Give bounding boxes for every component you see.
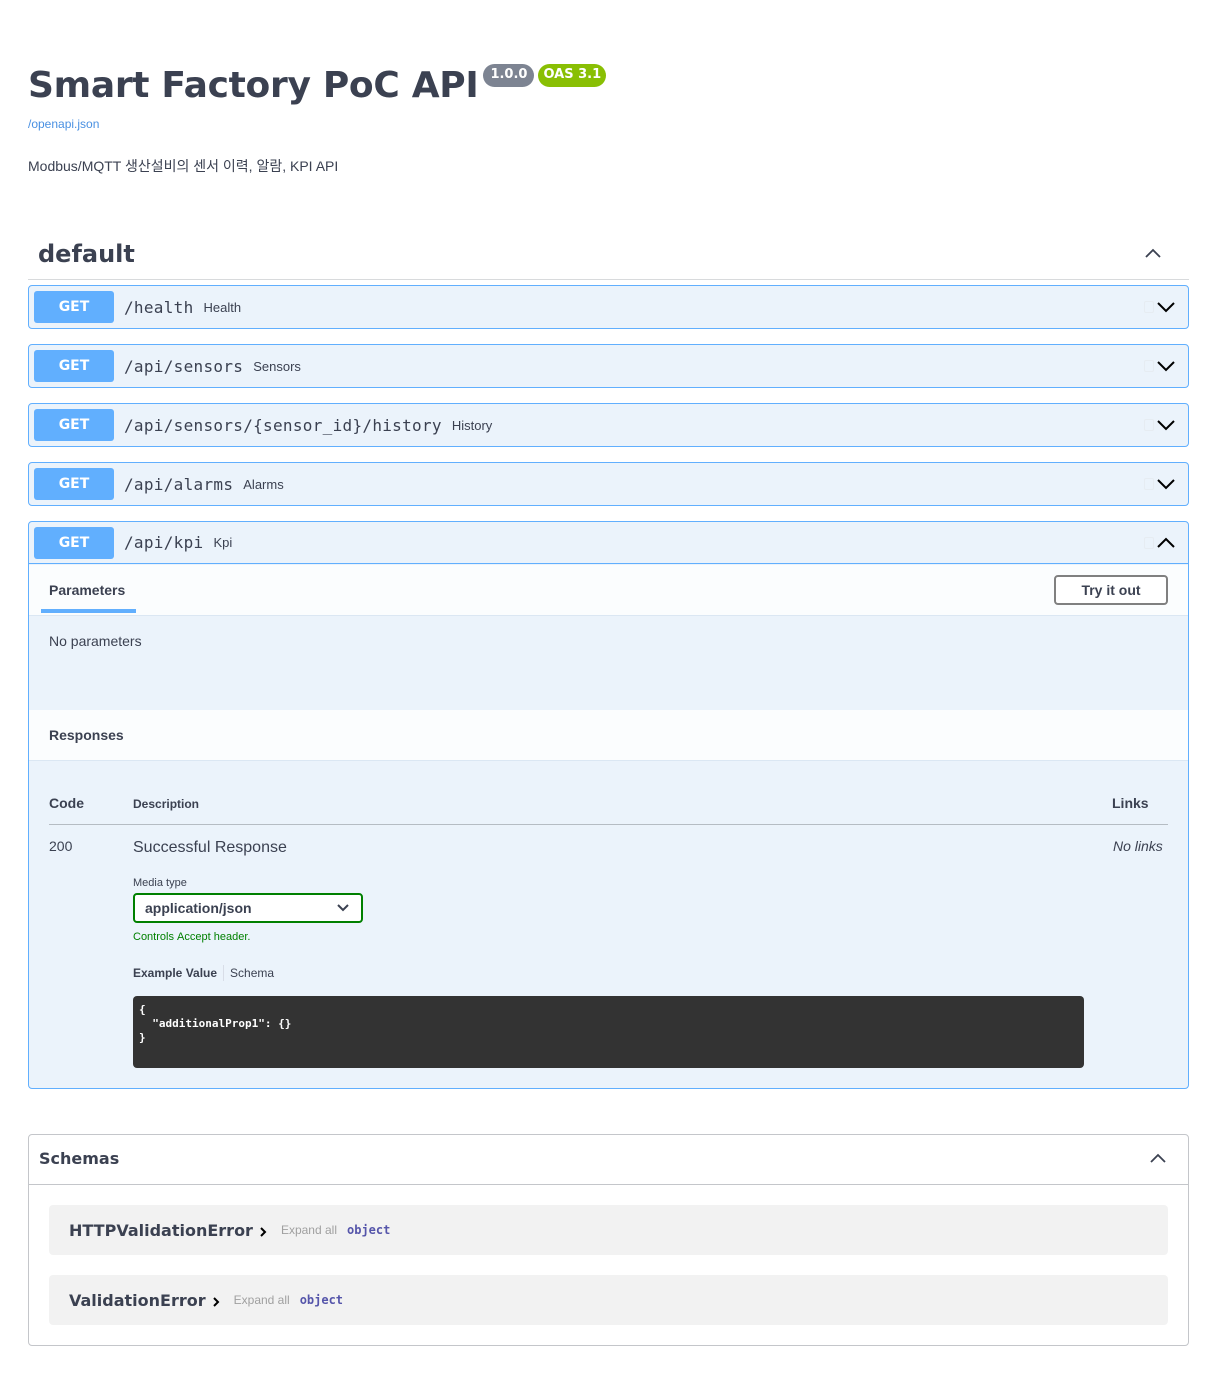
example-tabs: Example Value Schema (133, 965, 274, 981)
response-description: Successful Response (133, 839, 287, 856)
operation-summary: Alarms (243, 476, 284, 492)
response-links: No links (1113, 838, 1163, 854)
schema-model-httpvalidationerror[interactable]: HTTPValidationError Expand all object (49, 1205, 1168, 1255)
version-badge: 1.0.0 (483, 64, 535, 87)
lock-icon (1144, 360, 1154, 372)
operation-summary-bar[interactable]: GET /api/kpi Kpi (29, 522, 1188, 564)
model-name: HTTPValidationError (69, 1220, 253, 1240)
method-badge: GET (34, 468, 114, 500)
operation-get-sensor-history[interactable]: GET /api/sensors/{sensor_id}/history His… (28, 403, 1189, 447)
tab-parameters[interactable]: Parameters (49, 582, 125, 598)
operation-get-health[interactable]: GET /health Health (28, 285, 1189, 329)
operation-path: /api/sensors (124, 356, 244, 376)
media-type-label: Media type (133, 877, 187, 889)
api-info: Smart Factory PoC API 1.0.0 OAS 3.1 /ope… (28, 60, 1188, 174)
example-json-code: { "additionalProp1": {} } (133, 996, 1084, 1068)
api-description: Modbus/MQTT 생산설비의 센서 이력, 알람, KPI API (28, 158, 339, 174)
chevron-down-icon[interactable] (1156, 474, 1176, 494)
operation-path: /api/alarms (124, 474, 234, 494)
method-badge: GET (34, 291, 114, 323)
operation-get-sensors[interactable]: GET /api/sensors Sensors (28, 344, 1189, 388)
column-header-description: Description (133, 797, 200, 811)
chevron-up-icon[interactable] (1143, 244, 1163, 264)
operation-path: /api/sensors/{sensor_id}/history (124, 415, 442, 435)
schemas-header[interactable]: Schemas (29, 1135, 1188, 1185)
lock-icon (1144, 478, 1154, 490)
lock-icon (1144, 419, 1154, 431)
accept-note-suffix: header. (210, 931, 251, 943)
tab-example-value[interactable]: Example Value (133, 966, 217, 980)
tag-default-header[interactable]: default (28, 228, 1189, 280)
responses-title: Responses (49, 727, 124, 743)
operation-summary: Sensors (253, 358, 301, 374)
media-type-select[interactable]: application/json (133, 893, 363, 923)
table-divider (49, 824, 1168, 825)
accept-note-prefix: Controls (133, 931, 178, 943)
media-type-value: application/json (145, 900, 252, 916)
operation-path: /api/kpi (124, 533, 204, 552)
response-code: 200 (49, 838, 73, 854)
chevron-up-icon[interactable] (1148, 1149, 1168, 1169)
method-badge: GET (34, 526, 114, 559)
model-name: ValidationError (69, 1290, 206, 1310)
chevron-down-icon[interactable] (1156, 297, 1176, 317)
column-header-code: Code (49, 795, 84, 811)
chevron-down-icon[interactable] (1156, 415, 1176, 435)
chevron-up-icon[interactable] (1156, 533, 1176, 553)
tab-separator (223, 965, 225, 981)
responses-header: Responses (29, 710, 1188, 761)
operation-path: /health (124, 297, 194, 317)
no-parameters-text: No parameters (49, 633, 142, 649)
oas-badge: OAS 3.1 (538, 64, 607, 87)
schemas-section: Schemas HTTPValidationError Expand all o… (28, 1134, 1189, 1346)
operation-summary: Kpi (213, 535, 233, 550)
expand-all-link[interactable]: Expand all (234, 1293, 290, 1307)
model-type: object (347, 1223, 391, 1237)
lock-icon (1144, 301, 1154, 313)
method-badge: GET (34, 350, 114, 382)
lock-icon (1144, 537, 1154, 549)
model-type: object (299, 1293, 344, 1307)
accept-header-note: Controls Accept header. (133, 931, 250, 943)
accept-note-code: Accept (177, 931, 211, 943)
title-row: Smart Factory PoC API 1.0.0 OAS 3.1 (28, 60, 1188, 112)
operation-get-alarms[interactable]: GET /api/alarms Alarms (28, 462, 1189, 506)
operation-get-kpi: GET /api/kpi Kpi Parameters Try it out N… (28, 521, 1189, 1089)
operation-summary: History (451, 417, 493, 433)
schemas-title: Schemas (39, 1149, 120, 1168)
column-header-links: Links (1112, 795, 1149, 811)
openapi-json-link[interactable]: /openapi.json (28, 117, 99, 131)
chevron-right-icon (260, 1227, 267, 1237)
schema-model-validationerror[interactable]: ValidationError Expand all object (49, 1275, 1168, 1325)
expand-all-link[interactable]: Expand all (281, 1223, 337, 1237)
operation-summary: Health (203, 299, 242, 315)
chevron-right-icon (212, 1297, 220, 1307)
tab-active-indicator (41, 609, 136, 613)
method-badge: GET (34, 409, 114, 441)
try-it-out-button[interactable]: Try it out (1054, 575, 1168, 605)
chevron-down-icon (337, 904, 349, 912)
tag-name: default (38, 239, 135, 268)
tab-schema[interactable]: Schema (230, 966, 274, 980)
chevron-down-icon[interactable] (1156, 356, 1176, 376)
page-title: Smart Factory PoC API (28, 65, 479, 106)
parameters-header: Parameters Try it out (29, 565, 1188, 616)
